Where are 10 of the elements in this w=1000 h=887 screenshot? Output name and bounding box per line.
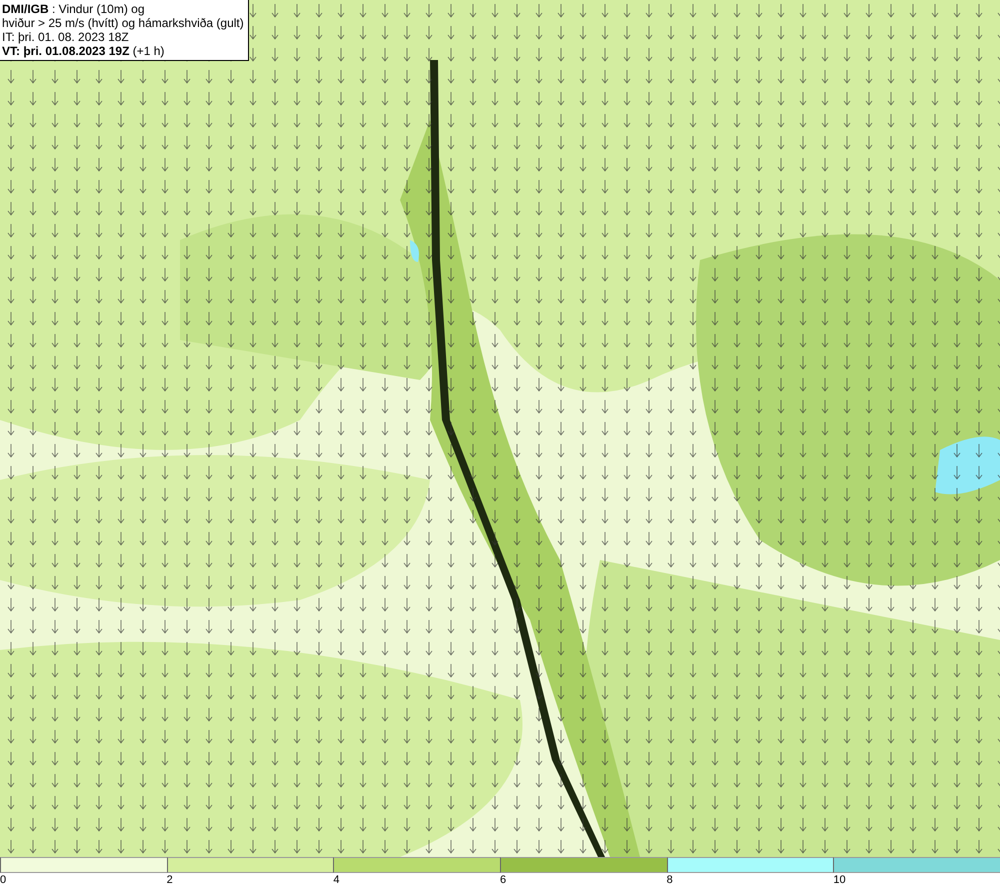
caption-line: IT: þri. 01. 08. 2023 18Z xyxy=(2,30,130,44)
caption-line: hviður > 25 m/s (hvítt) og hámarkshviða (gult) xyxy=(2,16,244,30)
legend-tick-label: 2 xyxy=(166,873,173,887)
legend-tick-label: 10 xyxy=(833,873,846,887)
legend-tick-label: 4 xyxy=(333,873,340,887)
legend-tick-label: 6 xyxy=(500,873,506,887)
caption-line: DMI/IGB : Vindur (10m) og xyxy=(2,2,146,16)
legend-tick-label: 8 xyxy=(666,873,673,887)
legend-tick-label: 0 xyxy=(0,873,6,887)
caption-line: VT: þri. 01.08.2023 19Z (+1 h) xyxy=(2,44,166,58)
